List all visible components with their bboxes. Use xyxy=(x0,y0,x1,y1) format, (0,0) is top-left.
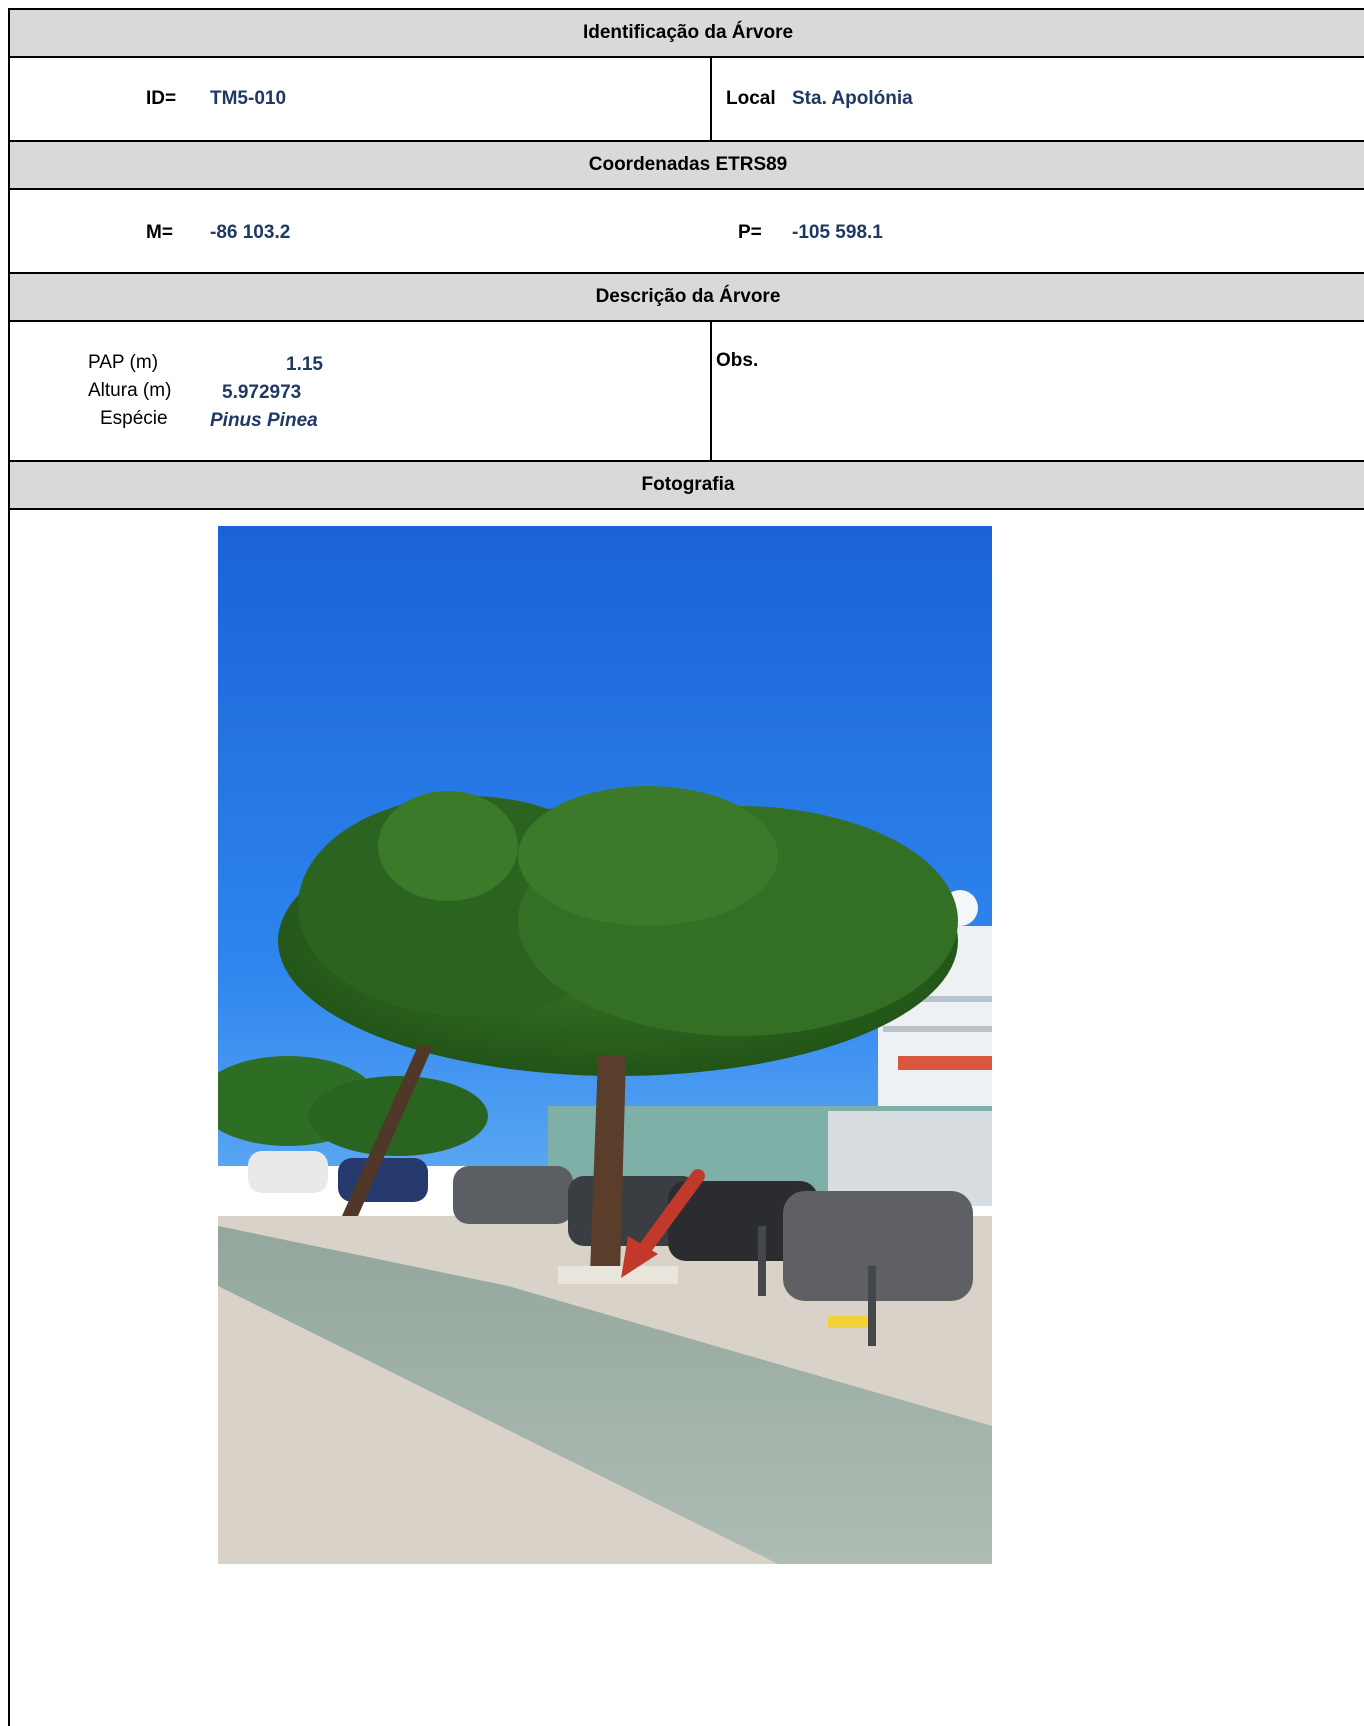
photo-header-text: Fotografia xyxy=(641,474,735,495)
description-header: Descrição da Árvore xyxy=(10,274,1364,322)
especie-value: Pinus Pinea xyxy=(210,410,318,431)
column-divider xyxy=(710,322,712,460)
altura-value: 5.972973 xyxy=(222,382,302,403)
especie-label: Espécie xyxy=(100,408,168,429)
local-label: Local xyxy=(726,88,776,109)
m-label: M= xyxy=(146,222,173,243)
local-value: Sta. Apolónia xyxy=(792,88,913,109)
tree-photo-illustration xyxy=(218,526,992,1564)
pap-label: PAP (m) xyxy=(88,352,159,373)
id-label: ID= xyxy=(146,88,177,109)
coordinates-header: Coordenadas ETRS89 xyxy=(10,142,1364,190)
tree-photograph xyxy=(218,526,992,1564)
identification-header-text: Identificação da Árvore xyxy=(582,22,794,43)
obs-label: Obs. xyxy=(716,350,759,371)
column-divider xyxy=(710,58,712,140)
coordinates-header-text: Coordenadas ETRS89 xyxy=(588,154,788,175)
description-row: PAP (m) 1.15 Altura (m) 5.972973 Espécie… xyxy=(10,322,1364,462)
id-value: TM5-010 xyxy=(210,88,287,109)
pap-value: 1.15 xyxy=(286,354,323,375)
photo-header: Fotografia xyxy=(10,462,1364,510)
altura-label: Altura (m) xyxy=(88,380,172,401)
p-label: P= xyxy=(738,222,762,243)
m-value: -86 103.2 xyxy=(210,222,291,243)
identification-row: ID= TM5-010 Local Sta. Apolónia xyxy=(10,58,1364,142)
identification-header: Identificação da Árvore xyxy=(10,10,1364,58)
coordinates-row: M= -86 103.2 P= -105 598.1 xyxy=(10,190,1364,274)
p-value: -105 598.1 xyxy=(792,222,883,243)
description-header-text: Descrição da Árvore xyxy=(595,286,781,307)
